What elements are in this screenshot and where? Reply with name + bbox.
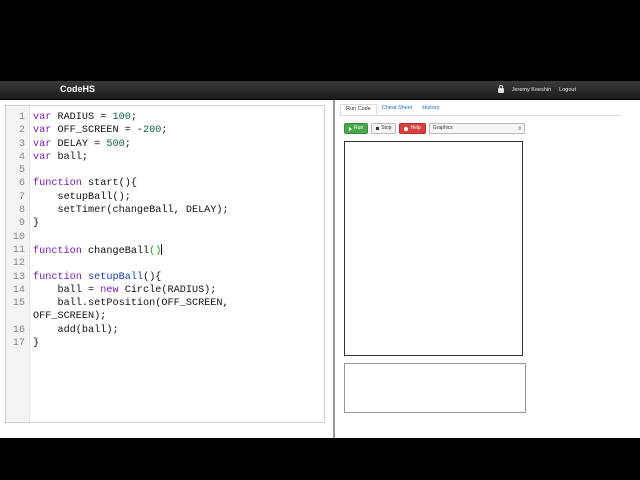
line-number: 17 — [12, 338, 25, 350]
line-text: } — [33, 218, 40, 230]
brand-logo[interactable]: CodeHS — [60, 84, 95, 94]
line-number: 9 — [18, 218, 25, 230]
code-line[interactable]: 17} — [6, 337, 324, 350]
logout-link[interactable]: Logout — [559, 87, 576, 93]
line-number: 15 — [12, 298, 25, 310]
code-line[interactable]: 12 — [6, 257, 324, 270]
code-line[interactable]: 7 setupBall(); — [6, 191, 324, 204]
code-line[interactable]: 3 var DELAY = 500; — [6, 138, 324, 151]
code-line[interactable]: 4 var ball; — [6, 151, 324, 164]
user-name-link[interactable]: Jeremy Keeshin — [512, 87, 551, 93]
line-text: } — [33, 338, 40, 350]
code-line[interactable]: 1 var RADIUS = 100; — [6, 111, 324, 124]
graphics-canvas[interactable] — [344, 141, 523, 356]
nav-right: Jeremy Keeshin Logout — [497, 85, 576, 93]
run-button[interactable]: Run — [344, 123, 369, 134]
line-number: 4 — [18, 151, 25, 163]
line-text: setupBall(); — [33, 191, 131, 203]
panel-divider[interactable] — [333, 100, 335, 438]
line-number: 3 — [18, 138, 25, 150]
stop-label: Stop — [381, 125, 392, 131]
line-number: 6 — [18, 178, 25, 190]
line-text: function start(){ — [33, 178, 137, 190]
line-number: 13 — [12, 271, 25, 283]
line-text: var RADIUS = 100; — [33, 112, 137, 123]
line-text: var ball; — [33, 151, 89, 163]
line-number: 11 — [12, 244, 25, 256]
run-label: Run — [354, 125, 364, 131]
code-editor[interactable]: 1 var RADIUS = 100; 2 var OFF_SCREEN = -200… — [5, 105, 325, 423]
run-toolbar: Run Stop Help Graphics ⇕ — [344, 123, 525, 134]
line-text: var OFF_SCREEN = -200; — [33, 125, 168, 137]
mode-select-value: Graphics — [432, 125, 453, 131]
code-line[interactable]: 15 ball.setPosition(OFF_SCREEN, — [6, 297, 324, 310]
line-text: function changeBall() — [33, 243, 163, 257]
tab-history[interactable]: History — [417, 104, 444, 115]
tab-cheat-sheet[interactable]: Cheat Sheet — [377, 104, 418, 115]
top-navbar: CodeHS Jeremy Keeshin Logout — [0, 81, 640, 100]
line-text: OFF_SCREEN); — [33, 311, 107, 323]
line-number: 5 — [18, 165, 25, 177]
line-number: 14 — [12, 284, 25, 296]
code-line[interactable]: 2 var OFF_SCREEN = -200; — [6, 124, 324, 137]
line-number: 8 — [18, 205, 25, 217]
line-text: ball.setPosition(OFF_SCREEN, — [33, 298, 229, 310]
line-text: add(ball); — [33, 324, 119, 336]
line-text: function setupBall(){ — [33, 271, 162, 283]
code-area[interactable]: 1 var RADIUS = 100; 2 var OFF_SCREEN = -200… — [6, 111, 324, 350]
line-number: 10 — [12, 231, 25, 243]
line-number: 12 — [12, 258, 25, 270]
line-text: setTimer(changeBall, DELAY); — [33, 205, 229, 217]
stop-button[interactable]: Stop — [371, 123, 397, 134]
output-console — [344, 363, 526, 413]
updown-arrow-icon: ⇕ — [517, 126, 522, 132]
play-icon — [349, 126, 352, 131]
code-line[interactable]: 14 ball = new Circle(RADIUS); — [6, 284, 324, 297]
line-number: 1 — [18, 112, 25, 123]
code-line[interactable]: 10 — [6, 231, 324, 244]
code-line[interactable]: OFF_SCREEN); — [6, 310, 324, 323]
help-button[interactable]: Help — [399, 123, 426, 134]
mode-select[interactable]: Graphics ⇕ — [428, 123, 525, 134]
line-text: var DELAY = 500; — [33, 138, 131, 150]
code-line[interactable]: 5 — [6, 164, 324, 177]
code-line[interactable]: 11 function changeBall() — [6, 243, 324, 257]
lock-icon — [497, 85, 504, 93]
code-line[interactable]: 13 function setupBall(){ — [6, 271, 324, 284]
codehs-window: CodeHS Jeremy Keeshin Logout 1 var RADIUS… — [0, 81, 640, 438]
tab-run-code[interactable]: Run Code — [340, 104, 377, 115]
help-label: Help — [410, 125, 421, 131]
stop-icon — [376, 127, 380, 130]
line-number: 16 — [12, 324, 25, 336]
line-text: ball = new Circle(RADIUS); — [33, 284, 217, 296]
tab-underline — [340, 115, 620, 116]
code-line[interactable]: 8 setTimer(changeBall, DELAY); — [6, 204, 324, 217]
code-line[interactable]: 9} — [6, 217, 324, 230]
line-number: 2 — [18, 125, 25, 137]
code-line[interactable]: 6 function start(){ — [6, 177, 324, 190]
line-number: 7 — [18, 191, 25, 203]
right-panel-tabs: Run Code Cheat Sheet History — [340, 104, 444, 115]
code-line[interactable]: 16 add(ball); — [6, 324, 324, 337]
help-icon — [404, 126, 409, 131]
